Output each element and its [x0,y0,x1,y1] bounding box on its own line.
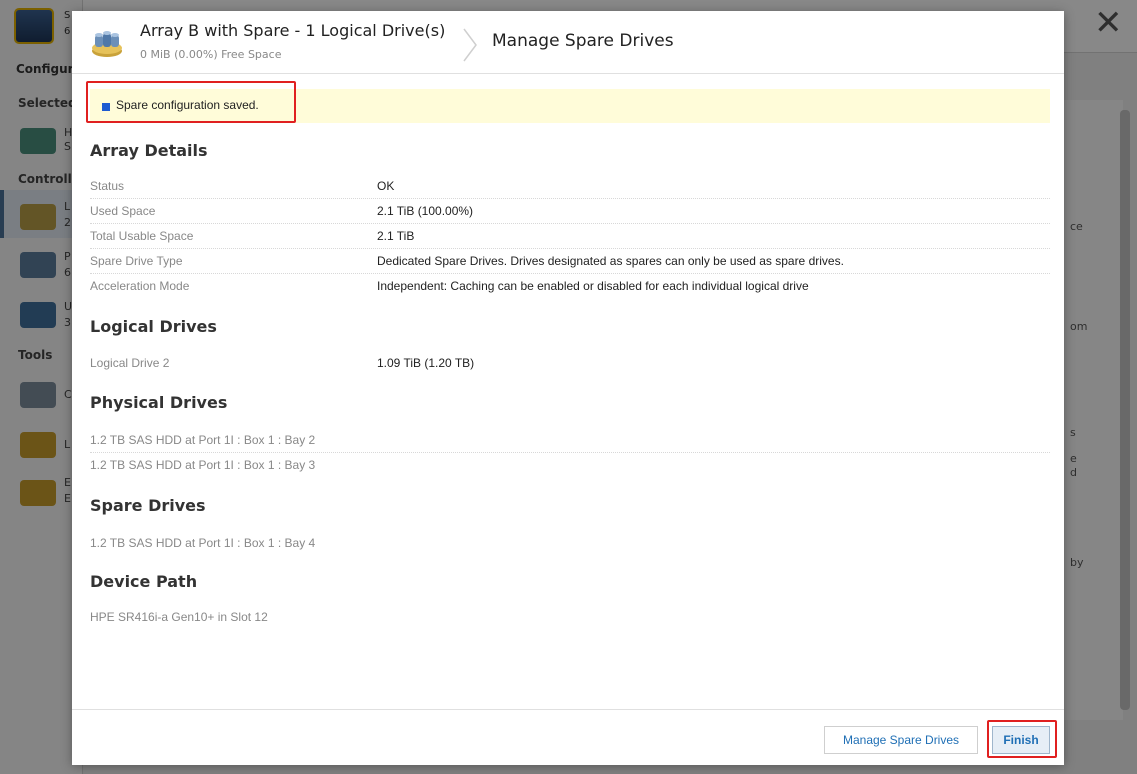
section-title-device-path: Device Path [90,572,198,591]
banner-highlight-box [86,81,296,123]
array-title: Array B with Spare - 1 Logical Drive(s) [140,21,446,40]
dialog-header: Array B with Spare - 1 Logical Drive(s) … [72,11,1064,74]
finish-highlight-box [987,720,1057,758]
detail-label: Total Usable Space [90,229,194,243]
physical-drive-row: 1.2 TB SAS HDD at Port 1I : Box 1 : Bay … [90,428,1050,453]
array-icon [92,31,122,57]
manage-spare-drives-dialog: Array B with Spare - 1 Logical Drive(s) … [72,11,1064,765]
page-title: Manage Spare Drives [492,31,674,51]
detail-row: Status OK [90,174,1050,199]
device-path-label: HPE SR416i-a Gen10+ in Slot 12 [90,610,268,624]
detail-label: Spare Drive Type [90,254,183,268]
detail-value: Dedicated Spare Drives. Drives designate… [377,254,844,268]
section-title-spare-drives: Spare Drives [90,496,206,515]
detail-label: Used Space [90,204,156,218]
physical-drive-label: 1.2 TB SAS HDD at Port 1I : Box 1 : Bay … [90,433,316,447]
manage-spare-drives-button[interactable]: Manage Spare Drives [824,726,978,754]
physical-drive-label: 1.2 TB SAS HDD at Port 1I : Box 1 : Bay … [90,458,316,472]
device-path-row: HPE SR416i-a Gen10+ in Slot 12 [90,605,1050,630]
section-title-logical-drives: Logical Drives [90,317,217,336]
spare-drive-label: 1.2 TB SAS HDD at Port 1I : Box 1 : Bay … [90,536,316,550]
detail-value: Independent: Caching can be enabled or d… [377,279,809,293]
breadcrumb-chevron-icon [463,28,477,62]
logical-drive-size: 1.09 TiB (1.20 TB) [377,356,475,370]
detail-value: OK [377,179,395,193]
section-title-physical-drives: Physical Drives [90,393,228,412]
array-free-space: 0 MiB (0.00%) Free Space [140,48,282,61]
logical-drive-row: Logical Drive 2 1.09 TiB (1.20 TB) [90,351,1050,376]
section-title-array-details: Array Details [90,141,208,160]
spare-drive-row: 1.2 TB SAS HDD at Port 1I : Box 1 : Bay … [90,531,1050,556]
detail-value: 2.1 TiB [377,229,415,243]
physical-drive-row: 1.2 TB SAS HDD at Port 1I : Box 1 : Bay … [90,453,1050,478]
detail-row: Total Usable Space 2.1 TiB [90,224,1050,249]
detail-row: Used Space 2.1 TiB (100.00%) [90,199,1050,224]
detail-row: Acceleration Mode Independent: Caching c… [90,274,1050,299]
detail-label: Status [90,179,125,193]
dialog-footer: Manage Spare Drives Finish [72,709,1064,765]
logical-drive-label: Logical Drive 2 [90,356,170,370]
detail-value: 2.1 TiB (100.00%) [377,204,474,218]
detail-label: Acceleration Mode [90,279,190,293]
detail-row: Spare Drive Type Dedicated Spare Drives.… [90,249,1050,274]
